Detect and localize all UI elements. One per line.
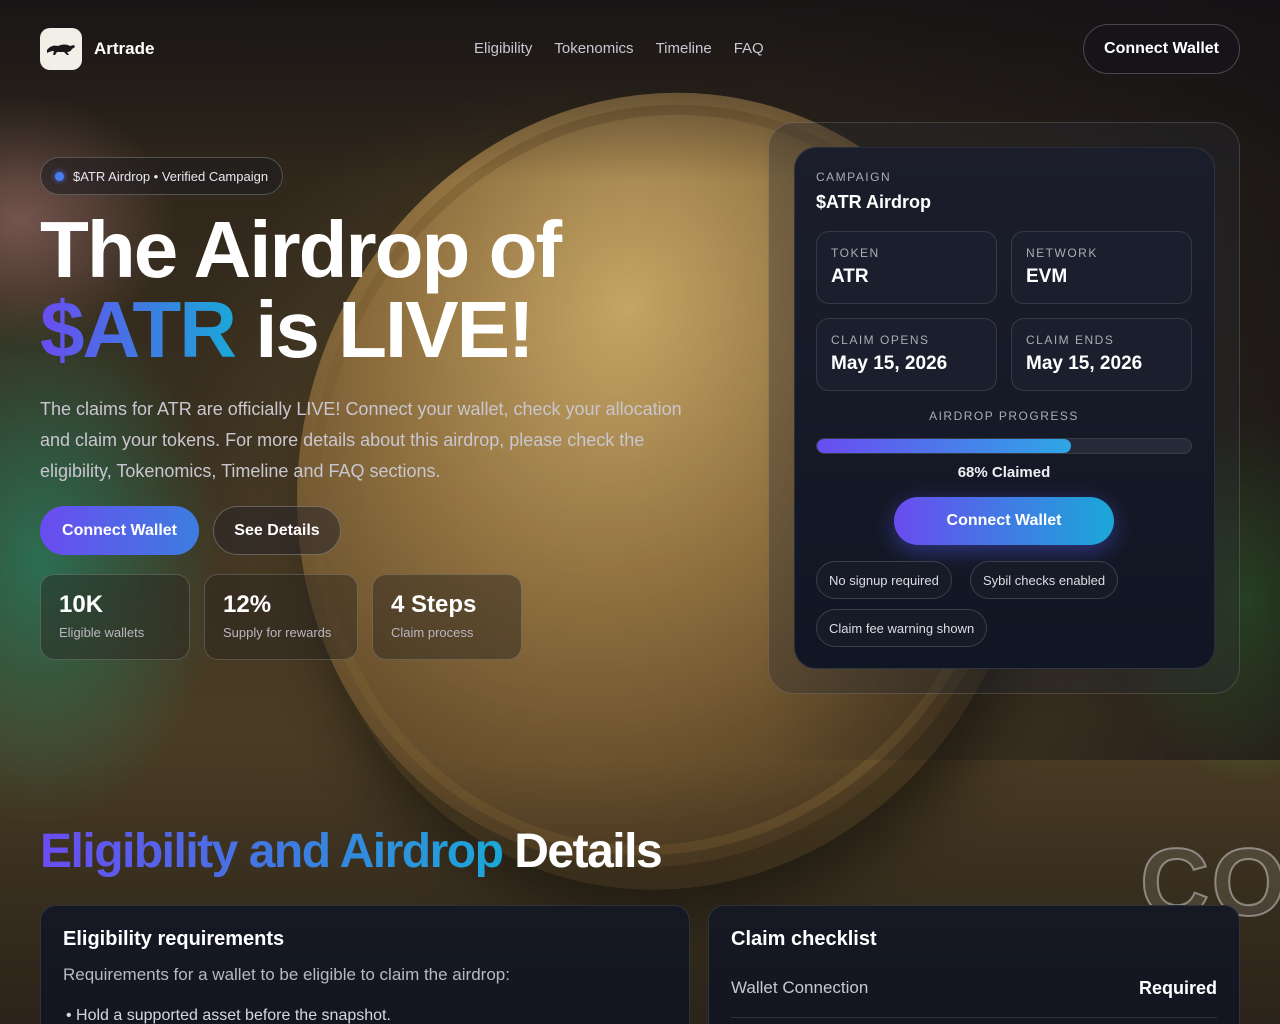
pill-no-signup: No signup required	[816, 561, 952, 599]
see-details-button[interactable]: See Details	[213, 506, 341, 555]
nav-item-tokenomics[interactable]: Tokenomics	[554, 40, 633, 57]
card-connect-wallet-button[interactable]: Connect Wallet	[894, 497, 1114, 545]
section-title-highlight: Eligibility and Airdrop	[40, 825, 504, 878]
stat-card-steps: 4 Steps Claim process	[372, 574, 522, 660]
pill-claim-fee-warning: Claim fee warning shown	[816, 609, 988, 647]
hero-title: The Airdrop of $ATR is LIVE!	[40, 210, 720, 370]
stat-value: 10K	[59, 591, 104, 618]
hero-description: The claims for ATR are officially LIVE! …	[40, 399, 682, 481]
eligibility-bullet: • Hold a supported asset before the snap…	[66, 1007, 391, 1024]
network-label: NETWORK	[1026, 246, 1098, 260]
header-connect-wallet-button[interactable]: Connect Wallet	[1083, 24, 1240, 74]
checklist-row-label: Wallet Connection	[731, 978, 869, 997]
nav-item-faq[interactable]: FAQ	[734, 40, 764, 57]
claim-ends-info: CLAIM ENDS May 15, 2026	[1011, 318, 1192, 391]
hero-title-line1: The Airdrop of	[40, 205, 562, 294]
campaign-badge: $ATR Airdrop • Verified Campaign	[40, 157, 284, 195]
nav-item-timeline[interactable]: Timeline	[656, 40, 712, 57]
progress-label: AIRDROP PROGRESS	[929, 409, 1079, 423]
checklist-panel-title: Claim checklist	[731, 928, 877, 950]
brand-name: Artrade	[94, 39, 155, 58]
checklist-row-value: Required	[1138, 978, 1217, 998]
campaign-title: $ATR Airdrop	[816, 192, 931, 212]
claim-ends-label: CLAIM ENDS	[1026, 333, 1115, 347]
network-value: EVM	[1026, 266, 1068, 287]
claim-ends-value: May 15, 2026	[1026, 353, 1143, 374]
main-nav: Eligibility Tokenomics Timeline FAQ	[474, 40, 764, 57]
token-value: ATR	[831, 266, 869, 287]
stat-label: Supply for rewards	[223, 625, 332, 640]
stat-value: 4 Steps	[391, 591, 477, 618]
stat-value: 12%	[223, 591, 272, 618]
bullet-text: Hold a supported asset before the snapsh…	[76, 1007, 391, 1024]
status-dot-icon	[55, 171, 64, 181]
nav-item-eligibility[interactable]: Eligibility	[474, 40, 532, 57]
claim-opens-info: CLAIM OPENS May 15, 2026	[816, 318, 997, 391]
hero-title-rest: is LIVE!	[234, 285, 534, 374]
checklist-row: Wallet Connection Required	[731, 978, 1217, 1018]
stat-card-supply: 12% Supply for rewards	[204, 574, 358, 660]
panther-icon	[40, 28, 82, 70]
token-info: TOKEN ATR	[816, 231, 997, 304]
stat-label: Claim process	[391, 625, 474, 640]
section-title: Eligibility and Airdrop Details	[40, 824, 663, 879]
hero-title-highlight: $ATR	[40, 285, 237, 374]
section-title-rest: Details	[502, 825, 662, 878]
bullet-icon: •	[66, 1007, 77, 1024]
progress-text: 68% Claimed	[957, 464, 1051, 481]
site-header: Artrade Eligibility Tokenomics Timeline …	[40, 24, 1240, 74]
badge-label: $ATR Airdrop • Verified Campaign	[73, 168, 269, 184]
progress-fill	[817, 439, 1072, 453]
airdrop-progress-bar	[816, 438, 1192, 454]
token-label: TOKEN	[831, 246, 880, 260]
network-info: NETWORK EVM	[1011, 231, 1192, 304]
connect-wallet-button[interactable]: Connect Wallet	[40, 506, 199, 555]
pill-sybil-checks: Sybil checks enabled	[970, 561, 1119, 599]
claim-opens-value: May 15, 2026	[831, 353, 948, 374]
eligibility-panel-title: Eligibility requirements	[63, 928, 285, 950]
claim-opens-label: CLAIM OPENS	[831, 333, 930, 347]
stat-label: Eligible wallets	[59, 625, 145, 640]
campaign-eyebrow: CAMPAIGN	[816, 170, 892, 184]
brand[interactable]: Artrade	[40, 28, 154, 70]
stat-card-eligible-wallets: 10K Eligible wallets	[40, 574, 190, 660]
eligibility-panel-subtitle: Requirements for a wallet to be eligible…	[63, 965, 510, 984]
